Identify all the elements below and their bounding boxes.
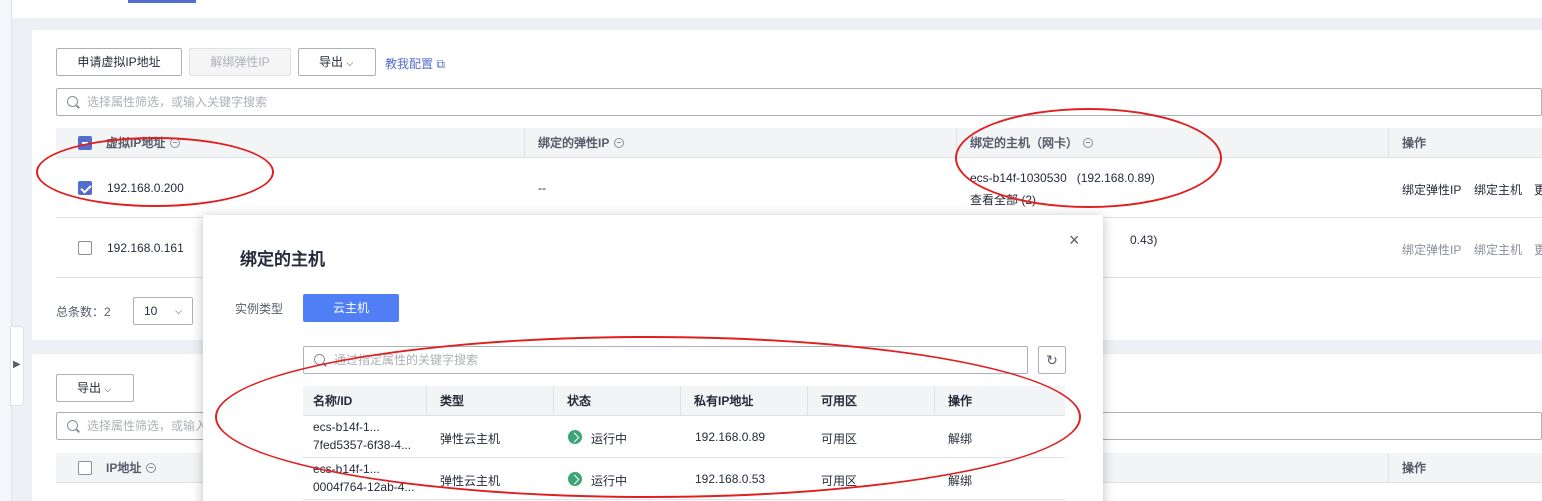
column-divider: [524, 128, 525, 158]
more-link[interactable]: 更: [1534, 181, 1542, 198]
refresh-icon[interactable]: ↻: [1038, 346, 1066, 374]
more-link[interactable]: 更: [1534, 241, 1542, 258]
left-sidebar: [0, 0, 12, 501]
column-divider: [1388, 128, 1389, 158]
search-icon: [67, 96, 78, 107]
export-label-2: 导出: [77, 381, 102, 395]
teach-config-link[interactable]: 教我配置 ⧉: [385, 55, 445, 72]
th-eip[interactable]: 绑定的弹性IP: [538, 128, 625, 158]
th-ip-label: IP地址: [106, 461, 142, 475]
active-tab-indicator: [128, 0, 196, 3]
th-ip[interactable]: IP地址: [106, 453, 157, 483]
sort-icon: [146, 463, 157, 473]
bind-eip-link[interactable]: 绑定弹性IP: [1402, 181, 1461, 198]
bind-host-link[interactable]: 绑定主机: [1474, 181, 1522, 198]
modal-title: 绑定的主机: [240, 250, 325, 269]
export-dropdown-2[interactable]: 导出 ⌵: [56, 374, 134, 402]
ip-search-placeholder: 选择属性筛选，或输入关: [87, 419, 220, 433]
close-icon[interactable]: ×: [1069, 231, 1080, 249]
search-icon: [67, 420, 78, 431]
row-checkbox[interactable]: [78, 241, 92, 255]
vip-address: 192.168.0.161: [107, 241, 184, 255]
bind-host-link[interactable]: 绑定主机: [1474, 241, 1522, 258]
select-all-checkbox-2[interactable]: [78, 461, 92, 475]
vip-search-input[interactable]: 选择属性筛选，或输入关键字搜索: [56, 88, 1542, 116]
column-divider: [1388, 453, 1389, 483]
vip-search-placeholder: 选择属性筛选，或输入关键字搜索: [87, 95, 268, 109]
unbind-eip-button[interactable]: 解绑弹性IP: [189, 48, 291, 76]
table-row: 192.168.0.200 -- ecs-b14f-1030530 (192.1…: [56, 158, 1542, 218]
th-eip-label: 绑定的弹性IP: [538, 136, 610, 150]
eip-value: --: [538, 181, 546, 195]
external-link-icon: ⧉: [436, 57, 445, 71]
sidebar-collapse-handle[interactable]: ▶: [10, 326, 24, 406]
annotation-oval-vip: [36, 137, 274, 207]
annotation-oval-modal-table: [215, 336, 1081, 498]
chevron-down-icon: ⌵: [346, 58, 354, 68]
host-value-partial: 0.43): [1130, 233, 1158, 247]
vip-table-header: 虚拟IP地址 绑定的弹性IP 绑定的主机（网卡） 操作: [56, 128, 1542, 158]
export-label: 导出: [319, 55, 344, 69]
chevron-down-icon: ⌵: [175, 306, 182, 316]
annotation-oval-host: [955, 108, 1222, 208]
page-size-value: 10: [144, 304, 158, 318]
th-op: 操作: [1402, 136, 1427, 150]
export-dropdown[interactable]: 导出 ⌵: [298, 48, 376, 76]
instance-type-cloud-host-button[interactable]: 云主机: [303, 294, 399, 322]
top-tab-bar: [12, 0, 1542, 18]
sort-icon: [614, 138, 625, 148]
total-count: 总条数：2: [56, 305, 111, 319]
instance-type-label: 实例类型: [235, 302, 284, 316]
chevron-down-icon: ⌵: [104, 384, 112, 394]
th-op-2: 操作: [1402, 461, 1427, 475]
bind-eip-link[interactable]: 绑定弹性IP: [1402, 241, 1461, 258]
teach-config-label: 教我配置: [385, 57, 434, 71]
chevron-right-icon: ▶: [13, 359, 21, 370]
page-size-select[interactable]: 10 ⌵: [133, 297, 193, 325]
apply-vip-button[interactable]: 申请虚拟IP地址: [56, 48, 182, 76]
